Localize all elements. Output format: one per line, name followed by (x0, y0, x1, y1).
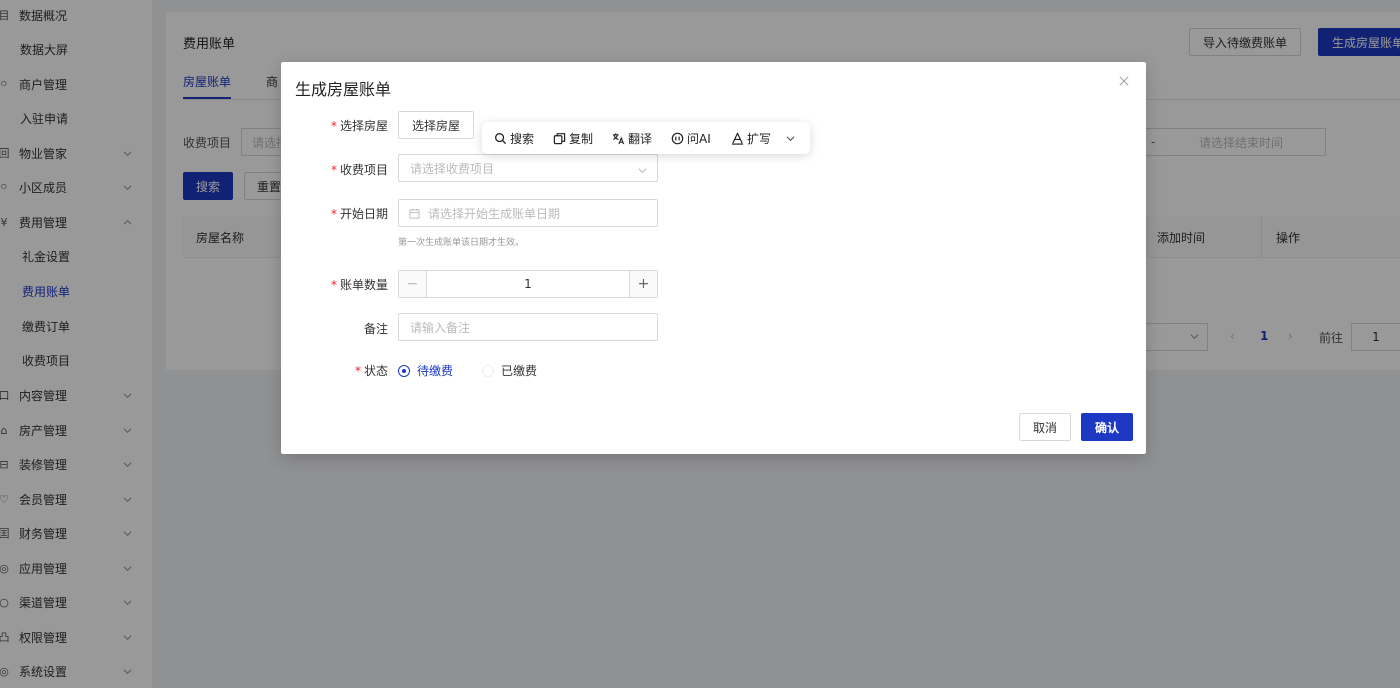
close-icon[interactable] (1117, 74, 1131, 88)
radio-label: 已缴费 (501, 364, 538, 378)
chevron-down-icon (786, 135, 795, 141)
toolbar-item-label: 搜索 (510, 131, 535, 146)
generate-bill-dialog: 生成房屋账单 * 选择房屋 选择房屋 * 收费项目 请选择收费项目 * 开始日期 请选… (281, 62, 1146, 454)
toolbar-translate-button[interactable]: 翻译 (612, 122, 652, 154)
toolbar-search-button[interactable]: 搜索 (494, 122, 534, 154)
toolbar-item-label: 扩写 (747, 131, 772, 146)
status-radio-pending[interactable]: 待缴费 (398, 362, 453, 379)
toolbar-item-label: 复制 (569, 131, 594, 146)
dialog-title: 生成房屋账单 (295, 80, 392, 99)
bill-count-stepper: − 1 + (398, 270, 658, 298)
start-date-hint: 第一次生成账单该日期才生效。 (398, 238, 525, 248)
copy-icon (553, 132, 566, 144)
status-radio-paid[interactable]: 已缴费 (482, 362, 537, 379)
select-house-button[interactable]: 选择房屋 (398, 111, 474, 139)
bill-count-label: * 账单数量 (330, 278, 388, 292)
chevron-down-icon (638, 164, 647, 178)
cancel-button[interactable]: 取消 (1019, 413, 1071, 441)
search-icon (495, 132, 507, 144)
toolbar-expand-write-button[interactable]: 扩写 (731, 122, 771, 154)
remark-label: 备注 (363, 322, 388, 336)
remark-placeholder: 请输入备注 (410, 320, 471, 335)
radio-dot (482, 364, 494, 377)
confirm-button[interactable]: 确认 (1081, 413, 1133, 441)
translate-icon (612, 132, 625, 144)
toolbar-item-label: 翻译 (628, 131, 653, 146)
expand-write-icon (731, 131, 744, 145)
start-date-label: * 开始日期 (330, 207, 388, 221)
charge-item-select[interactable]: 请选择收费项目 (398, 154, 658, 182)
charge-item-placeholder: 请选择收费项目 (410, 161, 495, 176)
increment-button[interactable]: + (629, 271, 657, 297)
status-label: * 状态 (354, 364, 388, 378)
calendar-icon (409, 208, 420, 219)
ai-icon (671, 132, 684, 144)
bill-count-input[interactable]: 1 (427, 271, 629, 297)
start-date-input[interactable]: 请选择开始生成账单日期 (398, 199, 658, 227)
toolbar-item-label: 问AI (687, 131, 711, 146)
toolbar-ask-ai-button[interactable]: 问AI (671, 122, 711, 154)
toolbar-more-button[interactable] (786, 122, 798, 154)
start-date-placeholder: 请选择开始生成账单日期 (428, 206, 561, 221)
charge-item-label: * 收费项目 (330, 163, 388, 177)
decrement-button[interactable]: − (399, 271, 427, 297)
radio-label: 待缴费 (417, 364, 454, 378)
house-label: * 选择房屋 (330, 119, 388, 133)
radio-dot (398, 364, 410, 377)
toolbar-copy-button[interactable]: 复制 (553, 122, 593, 154)
text-selection-toolbar: 搜索 复制 翻译 问AI 扩写 (482, 122, 810, 154)
remark-input[interactable]: 请输入备注 (398, 313, 658, 341)
